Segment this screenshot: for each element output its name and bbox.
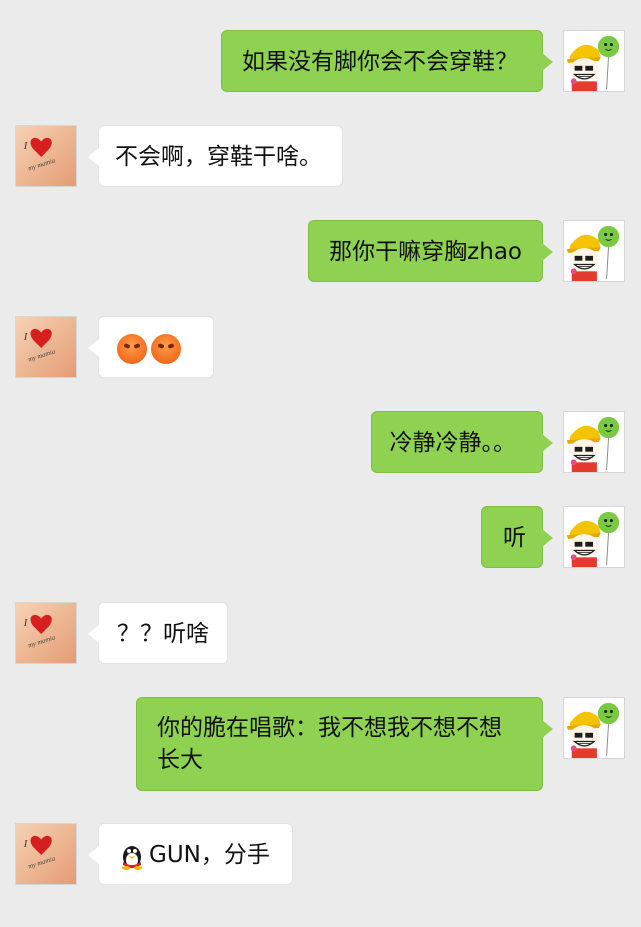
message-bubble-outgoing[interactable]: 你的脆在唱歌：我不想我不想不想 长大 <box>136 697 553 791</box>
message-bubble-incoming[interactable]: ？？听啥 <box>88 602 228 664</box>
contact-avatar[interactable] <box>15 823 77 885</box>
message-bubble-incoming[interactable]: GUN，分手 <box>88 823 293 885</box>
chat-conversation: 如果没有脚你会不会穿鞋？ 不会啊，穿鞋干啥。 那你干嘛穿胸zhao 冷静冷静。。… <box>0 0 641 927</box>
message-text: ？？听啥 <box>117 621 209 647</box>
message-bubble-outgoing[interactable]: 冷静冷静。。 <box>370 411 553 473</box>
contact-avatar[interactable] <box>15 316 77 378</box>
qq-penguin-icon <box>122 846 142 870</box>
message-row: 那你干嘛穿胸zhao <box>0 220 641 284</box>
message-row: 冷静冷静。。 <box>0 411 641 475</box>
angry-face-icon <box>151 333 181 364</box>
boy-with-balloon-icon <box>564 698 624 758</box>
my-avatar[interactable] <box>563 30 625 92</box>
boy-with-balloon-icon <box>564 507 624 567</box>
contact-avatar[interactable] <box>15 602 77 664</box>
boy-with-balloon-icon <box>564 221 624 281</box>
message-row: ？？听啥 <box>0 602 641 666</box>
message-row: 如果没有脚你会不会穿鞋？ <box>0 30 641 94</box>
heart-arm-avatar-icon <box>16 603 76 663</box>
heart-arm-avatar-icon <box>16 824 76 884</box>
my-avatar[interactable] <box>563 697 625 759</box>
message-bubble-outgoing[interactable]: 那你干嘛穿胸zhao <box>308 220 553 282</box>
message-text: 如果没有脚你会不会穿鞋？ <box>242 49 518 75</box>
message-row: 你的脆在唱歌：我不想我不想不想 长大 <box>0 697 641 793</box>
message-text-line-1: 你的脆在唱歌：我不想我不想不想 <box>157 715 502 741</box>
my-avatar[interactable] <box>563 411 625 473</box>
message-text: 冷静冷静。。 <box>389 430 517 456</box>
my-avatar[interactable] <box>563 220 625 282</box>
message-text-line-2: 长大 <box>157 747 203 773</box>
message-bubble-incoming[interactable] <box>88 316 214 378</box>
message-text: GUN，分手 <box>149 842 270 868</box>
message-row: 听 <box>0 506 641 570</box>
heart-arm-avatar-icon <box>16 317 76 377</box>
message-text: 不会啊，穿鞋干啥。 <box>115 144 322 170</box>
message-text: 那你干嘛穿胸zhao <box>329 239 522 265</box>
my-avatar[interactable] <box>563 506 625 568</box>
boy-with-balloon-icon <box>564 31 624 91</box>
contact-avatar[interactable] <box>15 125 77 187</box>
message-row: GUN，分手 <box>0 823 641 887</box>
message-text: 听 <box>503 525 526 551</box>
boy-with-balloon-icon <box>564 412 624 472</box>
message-bubble-outgoing[interactable]: 听 <box>481 506 553 568</box>
angry-face-icon <box>117 333 147 364</box>
message-row <box>0 316 641 380</box>
heart-arm-avatar-icon <box>16 126 76 186</box>
message-bubble-outgoing[interactable]: 如果没有脚你会不会穿鞋？ <box>221 30 553 92</box>
message-row: 不会啊，穿鞋干啥。 <box>0 125 641 189</box>
message-bubble-incoming[interactable]: 不会啊，穿鞋干啥。 <box>88 125 343 187</box>
